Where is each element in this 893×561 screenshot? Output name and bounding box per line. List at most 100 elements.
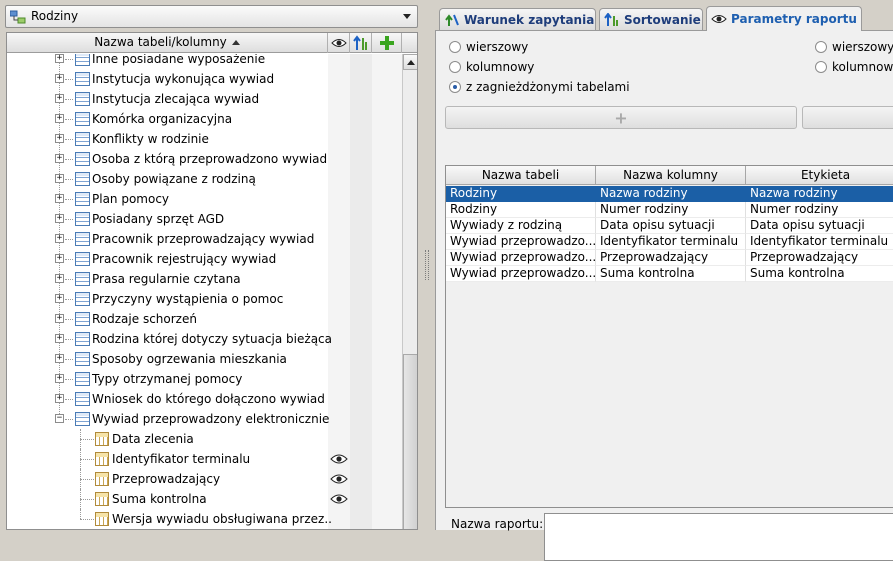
tree-table-row[interactable]: + Pracownik przeprowadzający wywiad	[7, 229, 402, 249]
grid-cell[interactable]: Rodziny	[446, 202, 596, 218]
tree-cell[interactable]	[372, 109, 402, 129]
tree-cell[interactable]	[350, 229, 372, 249]
tab-query-condition[interactable]: Warunek zapytania	[439, 8, 596, 30]
expand-icon[interactable]: +	[55, 74, 64, 83]
grid-cell[interactable]: Suma kontrolna	[596, 266, 746, 282]
panel-splitter[interactable]	[422, 0, 432, 530]
tree-cell[interactable]	[350, 189, 372, 209]
radio-layout-row[interactable]: wierszowy	[449, 40, 528, 54]
tree-cell[interactable]	[350, 509, 372, 529]
tree-cell[interactable]	[372, 169, 402, 189]
tree-table-row[interactable]: + Komórka organizacyjna	[7, 109, 402, 129]
tree-cell[interactable]	[350, 109, 372, 129]
expand-icon[interactable]: +	[55, 314, 64, 323]
tree-cell[interactable]	[372, 449, 402, 469]
grid-header-column[interactable]: Nazwa kolumny	[596, 166, 746, 185]
tree-cell[interactable]	[328, 54, 350, 69]
tab-report-parameters[interactable]: Parametry raportu	[706, 6, 862, 31]
tab-sorting[interactable]: Sortowanie	[599, 8, 703, 30]
tree-cell[interactable]	[372, 289, 402, 309]
tree-cell[interactable]	[350, 209, 372, 229]
tree-table-row[interactable]: + Wniosek do którego dołączono wywiad	[7, 389, 402, 409]
tree-cell[interactable]	[350, 269, 372, 289]
tree-table-row[interactable]: + Instytucja zlecająca wywiad	[7, 89, 402, 109]
tree-cell[interactable]	[372, 489, 402, 509]
grid-row[interactable]: Rodziny Numer rodziny Numer rodziny	[446, 202, 893, 218]
grid-row[interactable]: Wywiad przeprowadzo... Przeprowadzający Pr…	[446, 250, 893, 266]
tree-field-row[interactable]: Przeprowadzający	[7, 469, 402, 489]
tree-header-name[interactable]: Nazwa tabeli/kolumny	[7, 33, 328, 53]
tree-table-row[interactable]: + Osoba z którą przeprowadzono wywiad	[7, 149, 402, 169]
tree-cell[interactable]	[372, 229, 402, 249]
eye-icon[interactable]	[330, 453, 348, 465]
tree-cell[interactable]	[328, 409, 350, 429]
tree-cell[interactable]	[350, 149, 372, 169]
tree-cell[interactable]	[328, 269, 350, 289]
tree-cell[interactable]	[328, 309, 350, 329]
scroll-thumb[interactable]	[403, 354, 417, 529]
radio-layout-nested[interactable]: z zagnieżdżonymi tabelami	[449, 80, 630, 94]
expand-icon[interactable]: +	[55, 54, 64, 63]
expand-icon[interactable]: +	[55, 94, 64, 103]
tree-cell[interactable]	[328, 189, 350, 209]
tree-cell[interactable]	[350, 429, 372, 449]
tree-cell[interactable]	[350, 309, 372, 329]
tree-field-row[interactable]: Suma kontrolna	[7, 489, 402, 509]
tree-table-row[interactable]: + Sposoby ogrzewania mieszkania	[7, 349, 402, 369]
tree-cell[interactable]	[350, 369, 372, 389]
column-tree[interactable]: Nazwa tabeli/kolumny + Inne posiadane wyp…	[6, 32, 418, 530]
grid-row[interactable]: Wywiad przeprowadzo... Suma kontrolna Suma…	[446, 266, 893, 282]
expand-icon[interactable]: +	[55, 394, 64, 403]
radio-button[interactable]	[449, 81, 461, 93]
main-table-select[interactable]: Rodziny	[5, 5, 418, 28]
tree-cell[interactable]	[328, 429, 350, 449]
tree-cell[interactable]	[372, 209, 402, 229]
tree-cell[interactable]	[328, 289, 350, 309]
tree-table-row[interactable]: + Plan pomocy	[7, 189, 402, 209]
tree-field-row[interactable]: Identyfikator terminalu	[7, 449, 402, 469]
expand-icon[interactable]: +	[55, 114, 64, 123]
eye-icon[interactable]	[330, 493, 348, 505]
report-name-input[interactable]	[544, 513, 893, 561]
grid-header-table[interactable]: Nazwa tabeli	[446, 166, 596, 185]
radio-orientation-column[interactable]: kolumnowy	[815, 60, 893, 74]
grid-cell[interactable]: Wywiady z rodziną	[446, 218, 596, 234]
tree-cell[interactable]	[350, 409, 372, 429]
grid-row[interactable]: Wywiad przeprowadzo... Identyfikator term…	[446, 234, 893, 250]
tree-table-row[interactable]: + Typy otrzymanej pomocy	[7, 369, 402, 389]
tree-cell[interactable]	[372, 54, 402, 69]
tree-cell[interactable]	[350, 54, 372, 69]
radio-button[interactable]	[449, 41, 461, 53]
expand-icon[interactable]: +	[55, 194, 64, 203]
tree-cell[interactable]	[350, 449, 372, 469]
tree-table-row[interactable]: + Pracownik rejestrujący wywiad	[7, 249, 402, 269]
expand-icon[interactable]: +	[55, 174, 64, 183]
tree-cell[interactable]	[350, 349, 372, 369]
tree-table-row[interactable]: + Instytucja wykonująca wywiad	[7, 69, 402, 89]
grid-cell[interactable]: Numer rodziny	[746, 202, 893, 218]
tree-cell[interactable]	[372, 129, 402, 149]
tree-cell[interactable]	[328, 169, 350, 189]
visibility-column-header[interactable]	[328, 33, 350, 53]
grid-cell[interactable]: Wywiad przeprowadzo...	[446, 250, 596, 266]
tree-table-row[interactable]: + Rodzina której dotyczy sytuacja bieżąca	[7, 329, 402, 349]
tree-cell[interactable]	[372, 509, 402, 529]
tree-cell[interactable]	[372, 149, 402, 169]
grid-cell[interactable]: Numer rodziny	[596, 202, 746, 218]
tree-cell[interactable]	[372, 469, 402, 489]
expand-icon[interactable]: +	[55, 134, 64, 143]
chevron-down-icon[interactable]	[403, 14, 411, 19]
tree-cell[interactable]	[372, 329, 402, 349]
expand-icon[interactable]: +	[55, 154, 64, 163]
tree-cell[interactable]	[328, 89, 350, 109]
grid-cell[interactable]: Suma kontrolna	[746, 266, 893, 282]
grid-header-label[interactable]: Etykieta	[746, 166, 893, 185]
tree-field-row[interactable]: Data zlecenia	[7, 429, 402, 449]
radio-orientation-row[interactable]: wierszowy	[815, 40, 893, 54]
grid-cell[interactable]: Nazwa rodziny	[746, 186, 893, 202]
tree-table-row[interactable]: + Rodzaje schorzeń	[7, 309, 402, 329]
grid-cell[interactable]: Przeprowadzający	[596, 250, 746, 266]
grid-cell[interactable]: Nazwa rodziny	[596, 186, 746, 202]
secondary-button[interactable]	[802, 106, 893, 129]
tree-cell[interactable]	[328, 349, 350, 369]
